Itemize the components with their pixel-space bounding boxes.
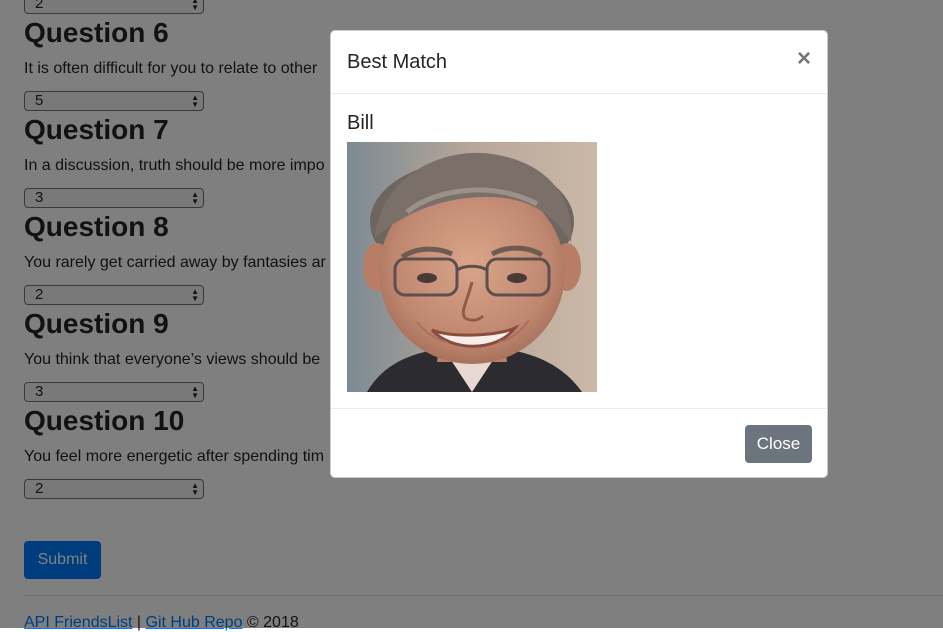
close-button[interactable]: Close [745,425,812,463]
modal-header: Best Match × [331,31,827,94]
close-icon[interactable]: × [797,47,811,71]
match-photo [347,142,597,392]
modal-title: Best Match [347,51,448,73]
best-match-modal: Best Match × Bill Close [330,30,828,478]
modal-footer: Close [331,408,827,477]
modal-body: Bill [331,94,827,408]
match-name: Bill [347,112,374,134]
